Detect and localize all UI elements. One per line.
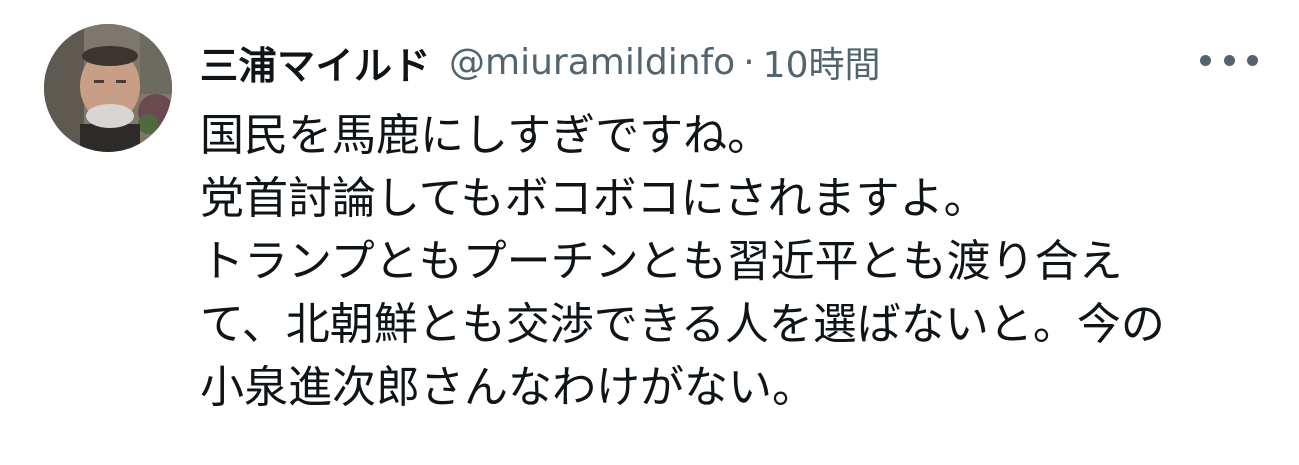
timestamp[interactable]: 10時間 <box>763 36 881 88</box>
tweet[interactable]: 三浦マイルド @miuramildinfo · 10時間 国民を馬鹿にしすぎです… <box>0 0 1299 465</box>
more-dot <box>1200 54 1211 66</box>
handle[interactable]: @miuramildinfo <box>449 42 735 83</box>
tweet-text: 国民を馬鹿にしすぎですね。 党首討論してもボコボコにされますよ。 トランプともプ… <box>200 104 1280 419</box>
tweet-text-line: 党首討論してもボコボコにされますよ。 <box>200 173 988 224</box>
tweet-text-line: 小泉進次郎さんなわけがない。 <box>200 362 816 413</box>
more-horizontal-icon[interactable] <box>1200 40 1258 80</box>
avatar[interactable] <box>44 24 172 152</box>
tweet-header: 三浦マイルド @miuramildinfo · 10時間 <box>200 34 880 90</box>
tweet-text-line: 国民を馬鹿にしすぎですね。 <box>200 110 772 161</box>
more-dot <box>1223 54 1235 66</box>
more-dot <box>1247 54 1258 66</box>
separator-dot: · <box>743 41 755 83</box>
tweet-text-line: て、北朝鮮とも交渉できる人を選ばないと。今の <box>200 299 1165 350</box>
display-name[interactable]: 三浦マイルド <box>200 35 431 90</box>
avatar-image <box>44 24 172 152</box>
tweet-text-line: トランプともプーチンとも習近平とも渡り合え <box>200 236 1123 287</box>
